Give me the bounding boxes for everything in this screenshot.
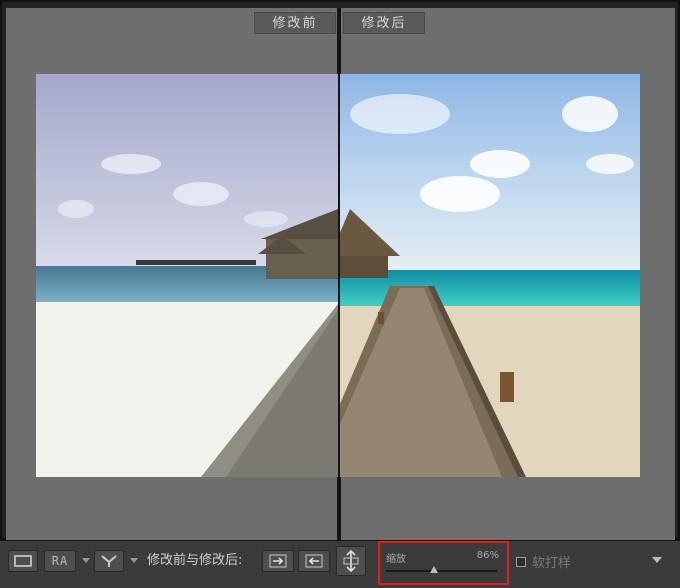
after-label: 修改后 <box>343 12 425 34</box>
single-view-icon <box>14 555 32 567</box>
ra-menu-caret[interactable] <box>82 558 90 563</box>
ra-label: RA <box>51 554 69 568</box>
single-view-button[interactable] <box>8 550 38 572</box>
soft-proof-checkbox[interactable] <box>516 556 526 567</box>
swap-icon <box>343 549 359 573</box>
before-photo[interactable] <box>36 74 338 477</box>
toolbar-menu-button[interactable] <box>644 548 670 572</box>
before-after-ra-button[interactable]: RA <box>44 550 76 572</box>
arrow-left-icon <box>305 554 323 568</box>
arrow-right-icon <box>269 554 287 568</box>
before-label: 修改前 <box>254 12 336 34</box>
bottom-toolbar: RA 修改前与修改后: <box>0 540 680 588</box>
zoom-label: 缩放 <box>386 554 406 565</box>
swap-before-after-button[interactable] <box>336 546 366 576</box>
soft-proof-label: 软打样 <box>532 556 572 571</box>
zoom-control: 缩放 86% <box>378 541 509 585</box>
after-photo[interactable] <box>340 74 640 477</box>
copy-after-to-before-button[interactable] <box>298 550 330 572</box>
soft-proof-toggle[interactable]: 软打样 <box>516 552 571 571</box>
compare-viewer: 修改前 修改后 <box>0 0 680 540</box>
zoom-slider-track[interactable] <box>386 570 497 572</box>
y-split-icon <box>101 555 117 567</box>
zoom-slider-thumb[interactable] <box>429 566 438 573</box>
lightroom-compare-view: 修改前 修改后 RA 修改前与修改后: 缩放 86% 软打样 <box>0 0 680 588</box>
chevron-down-icon <box>652 557 662 563</box>
compare-label: 修改前与修改后: <box>147 553 243 568</box>
copy-before-to-after-button[interactable] <box>262 550 294 572</box>
before-after-split-button[interactable] <box>94 550 124 572</box>
split-menu-caret[interactable] <box>130 558 138 563</box>
zoom-value: 86% <box>476 550 499 561</box>
